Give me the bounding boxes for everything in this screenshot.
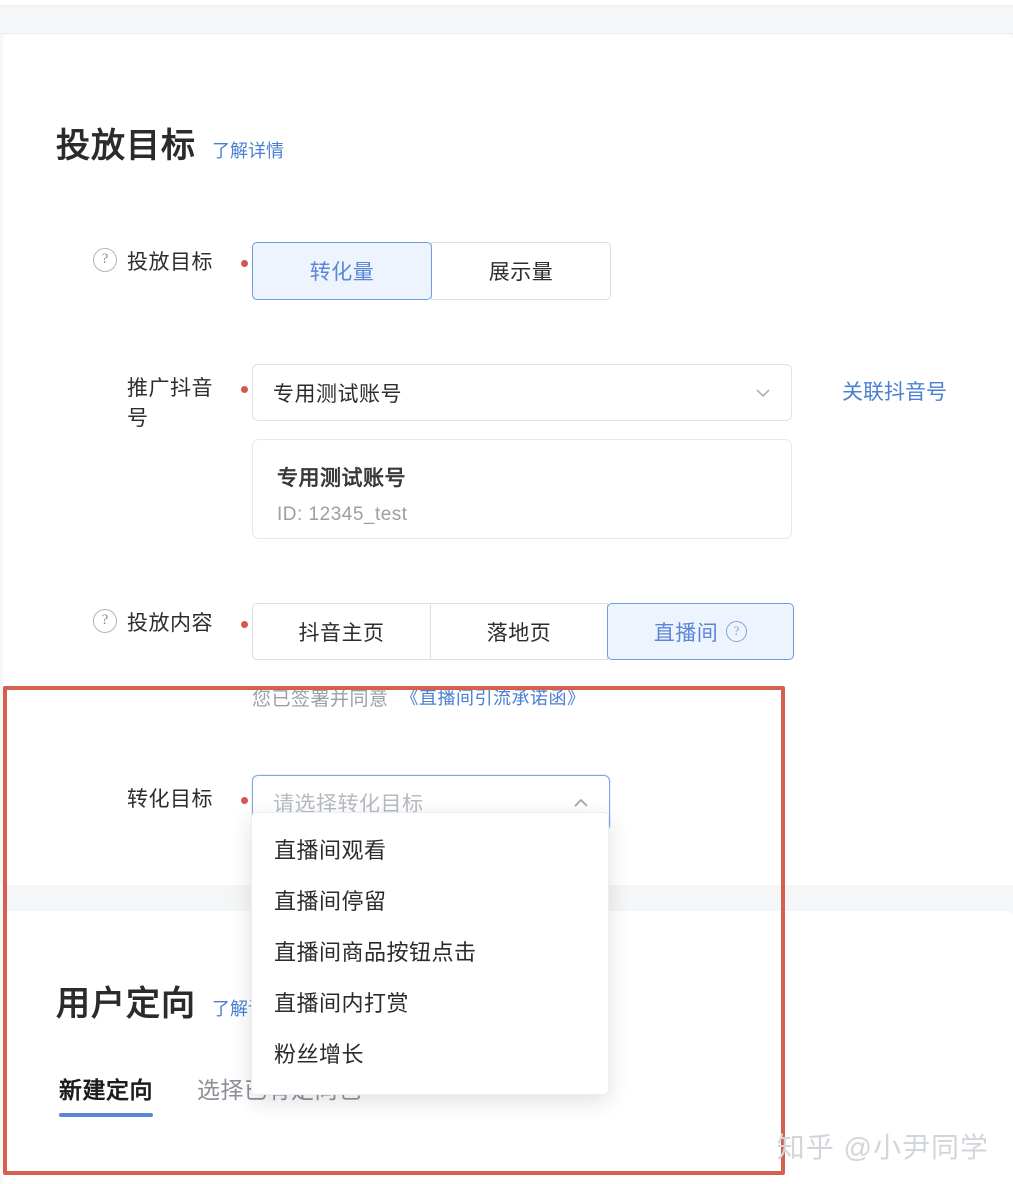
- delivery-goal-card: 投放目标 了解详情 ? 投放目标 转化量 展示量 ? 推广抖: [3, 34, 1013, 885]
- dropdown-option-live-reward[interactable]: 直播间内打赏: [252, 978, 608, 1029]
- segment-live-room[interactable]: 直播间 ?: [607, 603, 794, 660]
- conversion-goal-dropdown[interactable]: 直播间观看 直播间停留 直播间商品按钮点击 直播间内打赏 粉丝增长: [251, 812, 609, 1096]
- chevron-up-icon: [571, 793, 591, 813]
- delivery-content-label-box: ? 投放内容: [63, 603, 248, 639]
- help-icon[interactable]: ?: [726, 621, 748, 642]
- agreement-note-text: 您已签署并同意: [252, 689, 389, 710]
- top-edge-line: [0, 0, 1013, 6]
- segment-douyin-home[interactable]: 抖音主页: [252, 603, 431, 660]
- agreement-link[interactable]: 《直播间引流承诺函》: [401, 684, 586, 711]
- account-id: ID: 12345_test: [277, 504, 408, 525]
- required-dot: [241, 621, 248, 628]
- account-info-card: 专用测试账号 ID: 12345_test: [252, 439, 792, 539]
- required-dot: [241, 797, 248, 804]
- required-dot: [241, 260, 248, 267]
- link-bind-douyin-account[interactable]: 关联抖音号: [842, 376, 947, 406]
- targeting-section-header: 用户定向 了解详情: [56, 987, 284, 1021]
- delivery-section-header: 投放目标 了解详情: [56, 129, 284, 163]
- promote-account-label: 推广抖音号: [127, 377, 213, 430]
- dropdown-option-label: 粉丝增长: [274, 1042, 365, 1068]
- help-icon[interactable]: ?: [93, 609, 117, 633]
- promote-account-select[interactable]: 专用测试账号: [252, 364, 792, 421]
- page-title: 投放目标: [56, 127, 196, 165]
- top-gap-strip: [0, 0, 1013, 34]
- conversion-goal-label: 转化目标: [127, 788, 213, 811]
- agreement-note: 您已签署并同意 《直播间引流承诺函》: [252, 684, 586, 711]
- watermark: 知乎 @小尹同学: [776, 1132, 989, 1163]
- delivery-content-label: 投放内容: [127, 612, 213, 635]
- conversion-goal-label-box: ? 转化目标: [63, 775, 248, 815]
- page-root: 投放目标 了解详情 ? 投放目标 转化量 展示量 ? 推广抖: [0, 0, 1013, 1184]
- dropdown-option-label: 直播间停留: [274, 889, 387, 915]
- help-icon[interactable]: ?: [93, 248, 117, 272]
- dropdown-option-label: 直播间商品按钮点击: [274, 940, 477, 966]
- delivery-detail-link[interactable]: 了解详情: [212, 137, 284, 163]
- segment-douyin-home-label: 抖音主页: [298, 621, 385, 645]
- delivery-goal-label: 投放目标: [127, 251, 213, 274]
- delivery-goal-segmented: 转化量 展示量: [252, 242, 611, 300]
- dropdown-option-live-stay[interactable]: 直播间停留: [252, 876, 608, 927]
- delivery-content-segmented: 抖音主页 落地页 直播间 ?: [252, 603, 794, 660]
- dropdown-option-label: 直播间观看: [274, 838, 387, 863]
- segment-landing-page-label: 落地页: [486, 621, 552, 645]
- segment-live-room-label: 直播间: [653, 621, 719, 645]
- tab-new-targeting-label: 新建定向: [59, 1077, 153, 1103]
- promote-account-value: 专用测试账号: [273, 382, 402, 406]
- promote-account-label-box: ? 推广抖音号: [63, 364, 248, 434]
- segment-landing-page[interactable]: 落地页: [430, 603, 608, 660]
- row-delivery-content: ? 投放内容 抖音主页 落地页 直播间 ?: [63, 603, 794, 660]
- dropdown-option-fan-growth[interactable]: 粉丝增长: [252, 1029, 608, 1080]
- segment-impression-label: 展示量: [488, 261, 554, 284]
- row-promote-account: ? 推广抖音号 专用测试账号 关联抖音号: [63, 364, 947, 434]
- dropdown-option-live-watch[interactable]: 直播间观看: [252, 825, 608, 876]
- segment-impression[interactable]: 展示量: [431, 242, 611, 300]
- segment-conversion[interactable]: 转化量: [252, 242, 432, 300]
- chevron-down-icon: [753, 383, 773, 403]
- dropdown-option-label: 直播间内打赏: [274, 991, 410, 1017]
- targeting-title: 用户定向: [56, 985, 196, 1023]
- delivery-goal-label-box: ? 投放目标: [63, 242, 248, 278]
- tab-new-targeting[interactable]: 新建定向: [59, 1071, 153, 1117]
- row-delivery-goal: ? 投放目标 转化量 展示量: [63, 242, 611, 300]
- account-name: 专用测试账号: [277, 467, 406, 490]
- required-dot: [241, 386, 248, 393]
- dropdown-option-live-product-click[interactable]: 直播间商品按钮点击: [252, 927, 608, 978]
- segment-conversion-label: 转化量: [309, 261, 375, 284]
